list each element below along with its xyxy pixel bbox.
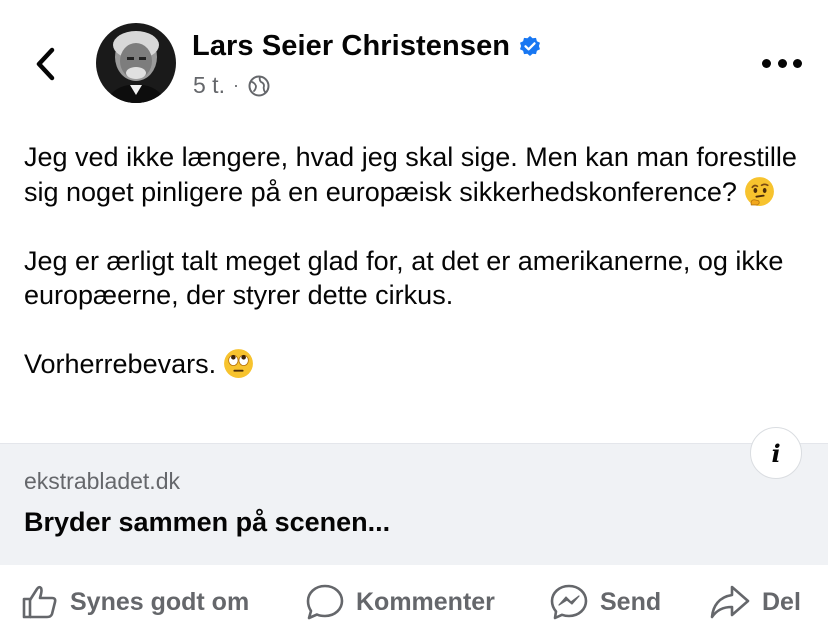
more-options-button[interactable]: [760, 50, 804, 76]
link-domain: ekstrabladet.dk: [24, 468, 180, 494]
share-arrow-icon: [710, 585, 750, 619]
post-header: Lars Seier Christensen 5 t. ·: [0, 0, 828, 120]
link-preview-card[interactable]: [0, 443, 828, 565]
speech-bubble-icon: [306, 584, 344, 620]
share-button[interactable]: Del: [708, 580, 801, 624]
thinking-face-icon: [745, 176, 774, 206]
like-button[interactable]: Synes godt om: [20, 580, 249, 624]
action-bar: Synes godt om Kommenter Send Del: [0, 566, 828, 638]
meta-separator: ·: [232, 75, 239, 95]
post-timestamp[interactable]: 5 t.: [193, 72, 225, 99]
comment-button[interactable]: Kommenter: [304, 580, 495, 624]
avatar[interactable]: [96, 23, 176, 103]
verified-badge-icon: [520, 35, 541, 56]
messenger-icon: [550, 584, 588, 620]
send-button[interactable]: Send: [548, 580, 661, 624]
chevron-left-icon: [36, 47, 55, 81]
post-paragraph: Vorherrebevars.: [24, 347, 814, 382]
post-body: Jeg ved ikke længere, hvad jeg skal sige…: [24, 140, 814, 416]
rolling-eyes-face-icon: [224, 349, 254, 378]
back-button[interactable]: [30, 44, 62, 84]
author-row: Lars Seier Christensen: [192, 30, 542, 63]
thumbs-up-icon: [22, 585, 57, 619]
post-paragraph: Jeg er ærligt talt meget glad for, at de…: [24, 245, 791, 311]
like-label: Synes godt om: [70, 587, 250, 616]
link-title[interactable]: Bryder sammen på scenen...: [24, 507, 390, 538]
more-dots-icon: [762, 58, 771, 68]
comment-label: Kommenter: [356, 587, 495, 616]
info-button[interactable]: i: [750, 427, 802, 479]
share-label: Del: [762, 587, 801, 616]
send-label: Send: [600, 587, 662, 616]
globe-icon: [248, 75, 270, 96]
author-name[interactable]: Lars Seier Christensen: [192, 30, 510, 63]
post-meta: 5 t. ·: [193, 72, 271, 99]
post-paragraph: Jeg ved ikke længere, hvad jeg skal sige…: [24, 142, 805, 207]
